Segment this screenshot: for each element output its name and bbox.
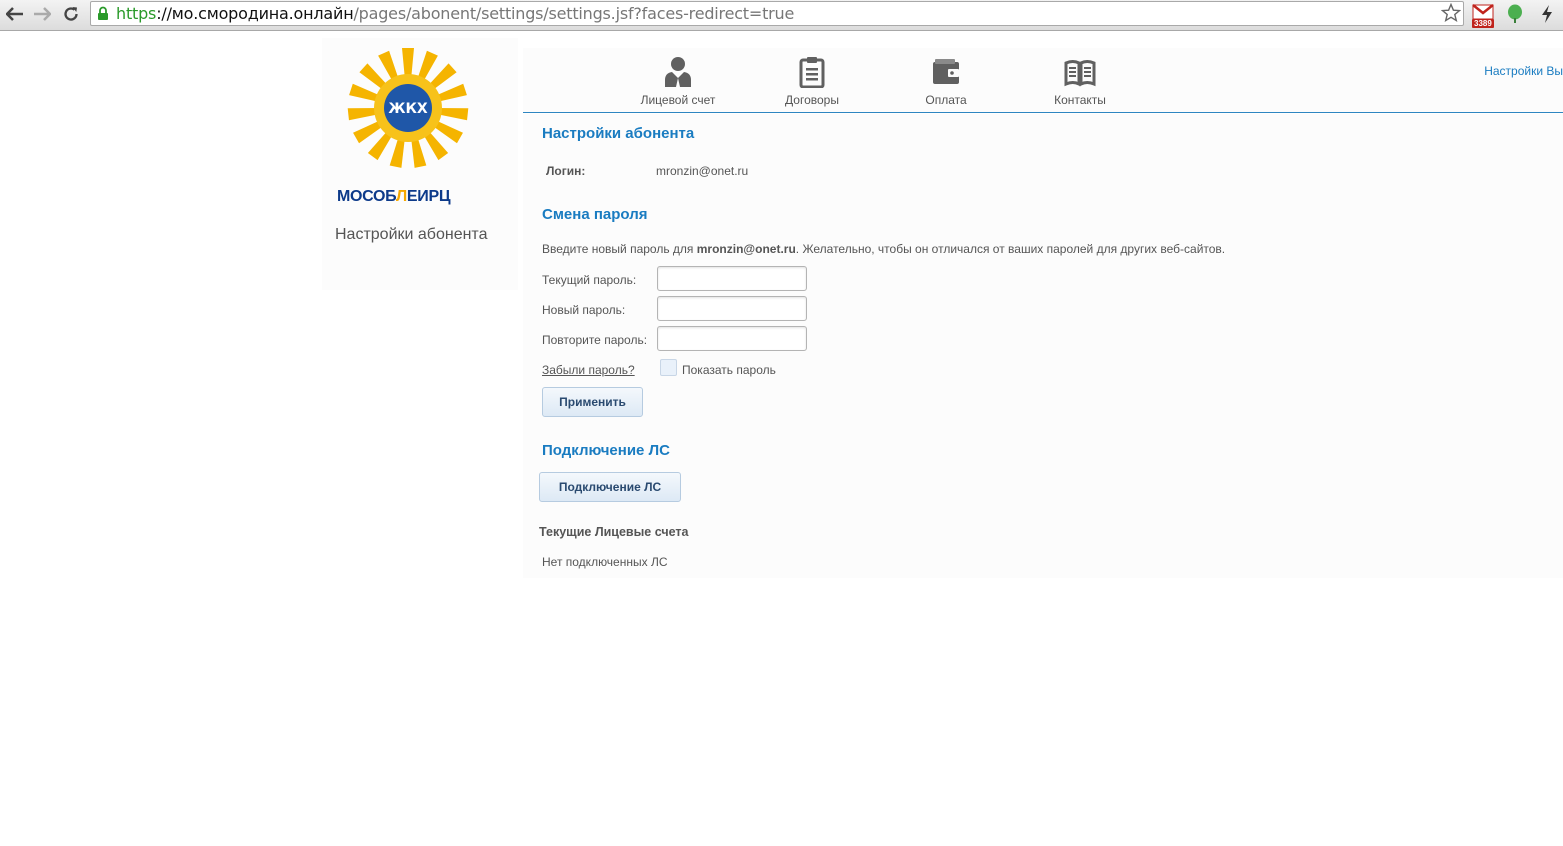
address-bar[interactable]: https://мо.смородина.онлайн/pages/abonen… bbox=[90, 1, 1464, 26]
forgot-password-link[interactable]: Забыли пароль? bbox=[542, 363, 635, 377]
nav-item-payment[interactable]: Оплата bbox=[891, 56, 1001, 107]
person-icon bbox=[665, 57, 691, 87]
section-title-connect: Подключение ЛС bbox=[542, 442, 670, 459]
show-password-checkbox[interactable] bbox=[660, 359, 677, 376]
arrow-left-icon bbox=[6, 7, 23, 21]
current-password-input[interactable] bbox=[657, 266, 807, 291]
apply-button[interactable]: Применить bbox=[542, 387, 643, 417]
svg-text:ЖКХ: ЖКХ bbox=[388, 101, 428, 117]
settings-logout-link[interactable]: Настройки Вы bbox=[1484, 64, 1563, 78]
gmail-extension[interactable]: 3389 bbox=[1472, 4, 1496, 28]
url-text: https://мо.смородина.онлайн/pages/abonen… bbox=[116, 4, 795, 23]
login-label: Логин: bbox=[546, 164, 586, 178]
nav-item-account[interactable]: Лицевой счет bbox=[623, 56, 733, 107]
section-title-settings: Настройки абонента bbox=[542, 125, 695, 142]
nav-item-contacts[interactable]: Контакты bbox=[1025, 56, 1135, 107]
sidebar: ЖКХ МОСОБЛЕИРЦ Настройки абонента bbox=[322, 38, 518, 290]
reload-icon bbox=[64, 7, 78, 21]
sidebar-title: Настройки абонента bbox=[335, 226, 488, 243]
gmail-icon bbox=[1472, 4, 1494, 20]
gmail-unread-badge: 3389 bbox=[1472, 19, 1494, 28]
wallet-icon bbox=[933, 59, 959, 84]
bolt-extension[interactable] bbox=[1540, 4, 1554, 29]
password-hint: Введите новый пароль для mronzin@onet.ru… bbox=[542, 242, 1226, 256]
clipboard-icon bbox=[799, 57, 825, 88]
current-accounts-title: Текущие Лицевые счета bbox=[539, 525, 689, 539]
mosobleirc-logo-icon: ЖКХ bbox=[347, 48, 469, 168]
repeat-password-input[interactable] bbox=[657, 326, 807, 351]
bookmark-star-icon[interactable] bbox=[1441, 3, 1461, 23]
connect-account-button[interactable]: Подключение ЛС bbox=[539, 472, 681, 502]
lightning-icon bbox=[1542, 5, 1552, 23]
forward-button[interactable] bbox=[31, 3, 53, 25]
logo-wordmark: МОСОБЛЕИРЦ bbox=[337, 188, 451, 205]
back-button[interactable] bbox=[4, 3, 26, 25]
arrow-right-icon bbox=[34, 7, 51, 21]
section-title-password: Смена пароля bbox=[542, 206, 648, 223]
new-password-label: Новый пароль: bbox=[542, 303, 626, 317]
new-password-input[interactable] bbox=[657, 296, 807, 321]
leaf-icon bbox=[1508, 4, 1522, 23]
repeat-password-label: Повторите пароль: bbox=[542, 333, 648, 347]
leaf-extension[interactable] bbox=[1506, 4, 1524, 29]
main-content: Настройки абонента Логин: mronzin@onet.r… bbox=[523, 114, 1563, 578]
current-password-label: Текущий пароль: bbox=[542, 273, 637, 287]
show-password-label: Показать пароль bbox=[682, 363, 776, 377]
browser-toolbar: https://мо.смородина.онлайн/pages/abonen… bbox=[0, 0, 1563, 31]
login-value: mronzin@onet.ru bbox=[656, 164, 749, 178]
lock-icon bbox=[98, 6, 108, 20]
reload-button[interactable] bbox=[60, 3, 82, 25]
book-icon bbox=[1064, 60, 1096, 87]
top-navigation: Лицевой счет Договоры Оплата Контакты На… bbox=[523, 48, 1563, 113]
no-accounts-text: Нет подключенных ЛС bbox=[542, 555, 668, 569]
nav-item-contracts[interactable]: Договоры bbox=[757, 56, 867, 107]
